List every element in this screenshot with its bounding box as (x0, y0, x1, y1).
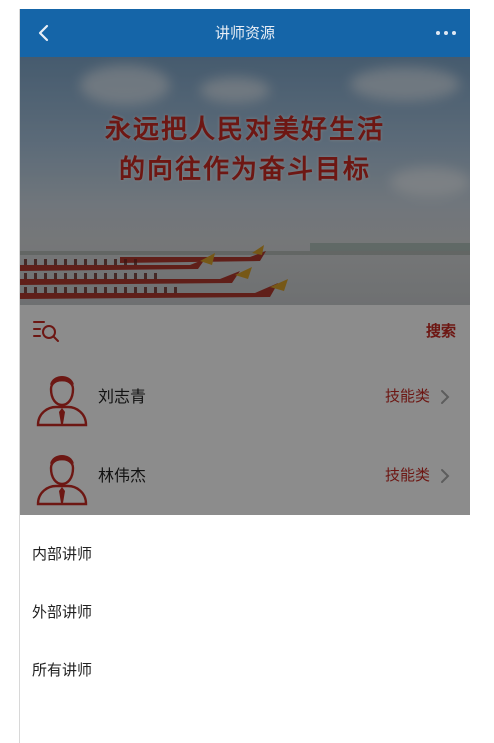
instructor-type-sheet: 内部讲师 外部讲师 所有讲师 (20, 515, 470, 743)
instructor-avatar-icon (36, 455, 88, 506)
option-external[interactable]: 外部讲师 (32, 597, 92, 627)
chevron-right-icon (441, 469, 450, 483)
filter-search-icon (33, 321, 59, 342)
banner-slogan-line2: 的向往作为奋斗目标 (118, 155, 371, 185)
instructor-name: 刘志青 (98, 387, 147, 406)
banner-image: 永远把人民对美好生活 的向往作为奋斗目标 (20, 57, 470, 305)
chevron-right-icon (441, 390, 450, 404)
instructor-category: 技能类 (384, 466, 430, 484)
list-item[interactable]: 刘志青 技能类 (20, 357, 470, 437)
cloud (350, 67, 460, 101)
more-button[interactable] (436, 27, 458, 39)
instructor-category: 技能类 (384, 387, 430, 405)
instructor-name: 林伟杰 (98, 466, 147, 485)
cloud (200, 77, 270, 103)
more-horizontal-icon (436, 31, 440, 35)
search-button[interactable]: 搜索 (426, 305, 456, 357)
option-all[interactable]: 所有讲师 (32, 655, 92, 685)
list-item[interactable]: 林伟杰 技能类 (20, 436, 470, 516)
more-dot (444, 31, 448, 35)
dragon-boat-illustration (20, 243, 470, 299)
page-title: 讲师资源 (214, 24, 275, 42)
search-bar: 搜索 (20, 305, 470, 357)
option-internal[interactable]: 内部讲师 (32, 539, 92, 569)
phone-screen: 讲师资源 永远把人民对美好生活 的向往作为奋斗目标 搜索 刘志青 技能类 林伟杰… (19, 9, 470, 743)
banner-slogan-line1: 永远把人民对美好生活 (104, 115, 385, 145)
filter-search-button[interactable] (32, 317, 62, 345)
more-dot (452, 31, 456, 35)
cloud (80, 65, 170, 105)
nav-header: 讲师资源 (20, 9, 470, 57)
instructor-avatar-icon (36, 376, 88, 427)
